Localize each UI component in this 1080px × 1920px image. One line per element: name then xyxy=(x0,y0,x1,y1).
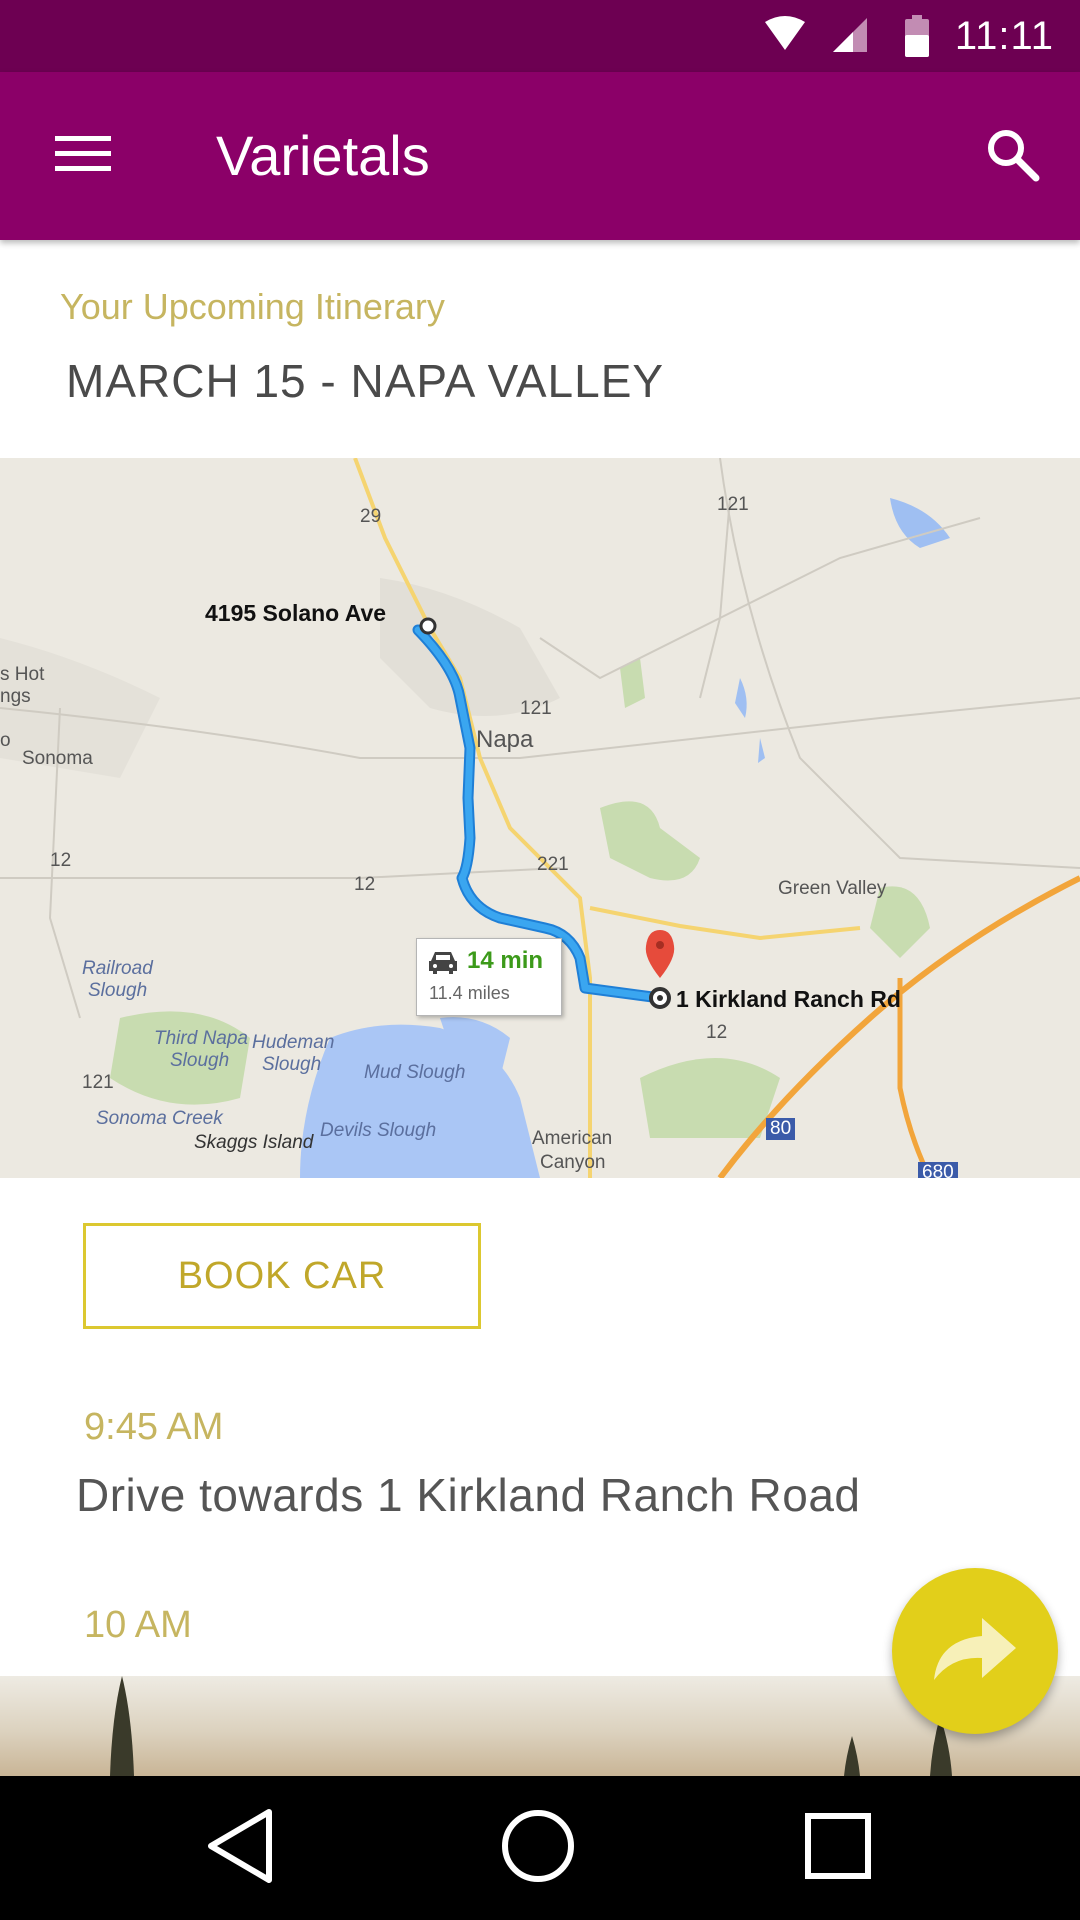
map-label-railroad-slough: Slough xyxy=(88,980,148,1001)
share-fab[interactable] xyxy=(892,1568,1058,1734)
route-29-shield: 29 xyxy=(360,506,382,527)
route-221-shield: 221 xyxy=(537,854,569,875)
recents-button[interactable] xyxy=(768,1792,908,1904)
map-destination-label: 1 Kirkland Ranch Rd xyxy=(676,986,901,1012)
map-label-napa: Napa xyxy=(476,726,534,753)
itinerary-title: MARCH 15 - NAPA VALLEY xyxy=(66,355,665,407)
app-bar: Varietals xyxy=(0,72,1080,240)
map-label-devils-slough: Devils Slough xyxy=(320,1120,437,1141)
map-label-hot: s Hot xyxy=(0,664,45,685)
interstate-80-shield: 80 xyxy=(766,1118,796,1140)
map-label-third-napa-slough: Slough xyxy=(170,1050,230,1071)
itinerary-kicker: Your Upcoming Itinerary xyxy=(60,286,445,327)
route-distance: 11.4 miles xyxy=(429,983,510,1003)
battery-icon xyxy=(904,15,929,57)
route-12-shield: 12 xyxy=(706,1022,728,1043)
route-time: 14 min xyxy=(467,947,544,974)
map-label-sonoma: Sonoma xyxy=(22,748,93,769)
menu-button[interactable] xyxy=(30,112,136,200)
map-label-canyon: Canyon xyxy=(540,1152,606,1173)
book-car-button[interactable]: BOOK CAR xyxy=(83,1223,481,1329)
home-icon xyxy=(500,1808,576,1889)
timeline-time: 9:45 AM xyxy=(84,1406,224,1448)
route-12-shield: 12 xyxy=(354,874,376,895)
route-12-shield: 12 xyxy=(50,850,72,871)
back-button[interactable] xyxy=(170,1792,310,1904)
system-nav-bar xyxy=(0,1776,1080,1920)
app-title: Varietals xyxy=(216,124,430,187)
book-car-label: BOOK CAR xyxy=(177,1254,387,1297)
map-label-sonoma-creek: Sonoma Creek xyxy=(96,1108,223,1129)
status-time: 11:11 xyxy=(954,13,1054,58)
map-label-american: American xyxy=(532,1128,613,1149)
route-121-shield: 121 xyxy=(717,494,749,515)
route-info-box: 14 min 11.4 miles xyxy=(416,938,562,1016)
back-icon xyxy=(205,1808,275,1889)
map-label-hudeman: Hudeman xyxy=(252,1032,335,1053)
search-icon xyxy=(984,126,1040,187)
map-origin-label: 4195 Solano Ave xyxy=(205,600,387,626)
home-button[interactable] xyxy=(468,1792,608,1904)
timeline-event: Drive towards 1 Kirkland Ranch Road xyxy=(76,1469,861,1521)
status-bar: 11:11 xyxy=(0,0,1080,72)
route-121-shield: 121 xyxy=(82,1072,114,1093)
share-forward-icon xyxy=(930,1614,1020,1689)
interstate-680-shield: 680 xyxy=(918,1162,958,1178)
map-canvas xyxy=(0,458,1080,1178)
route-121-shield: 121 xyxy=(520,698,552,719)
wifi-icon xyxy=(763,16,807,56)
cell-signal-icon xyxy=(831,16,871,56)
map-label-skaggs-island: Skaggs Island xyxy=(194,1132,314,1153)
map-label-railroad: Railroad xyxy=(82,958,153,979)
recents-icon xyxy=(803,1811,873,1886)
map-label-ngs: ngs xyxy=(0,686,31,707)
map-label-hudeman-slough: Slough xyxy=(262,1054,322,1075)
search-button[interactable] xyxy=(964,112,1060,200)
car-icon xyxy=(427,949,459,975)
map-label-mud-slough: Mud Slough xyxy=(364,1062,466,1083)
map-label-green-valley: Green Valley xyxy=(778,878,887,899)
map-label-third-napa: Third Napa xyxy=(154,1028,248,1049)
hamburger-menu-icon xyxy=(55,134,111,179)
map-label-o: o xyxy=(0,730,11,751)
status-icons: 11:11 xyxy=(763,10,1054,62)
route-map[interactable]: 29 121 121 121 12 12 12 221 80 680 4195 … xyxy=(0,458,1080,1178)
timeline-time: 10 AM xyxy=(84,1604,192,1646)
